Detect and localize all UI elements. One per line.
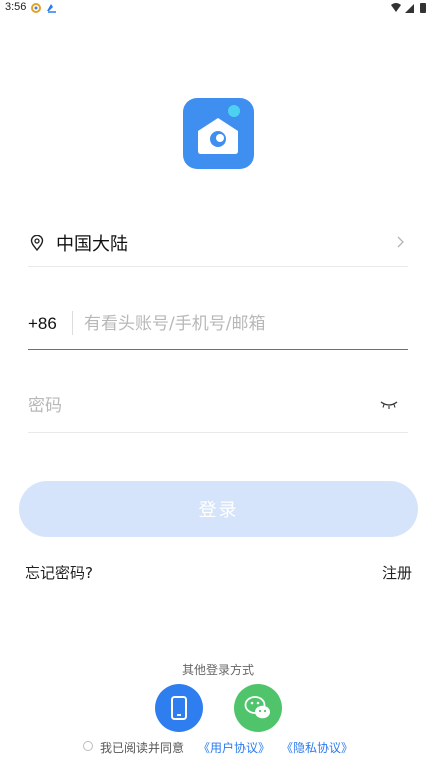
agreement-row: 我已阅读并同意 《用户协议》 《隐私协议》 <box>0 739 436 755</box>
register-link[interactable]: 注册 <box>382 562 412 583</box>
app-logo <box>183 98 254 169</box>
password-field <box>28 388 408 433</box>
wechat-icon <box>244 696 270 719</box>
user-agreement-link[interactable]: 《用户协议》 <box>198 739 270 756</box>
forgot-password-link[interactable]: 忘记密码? <box>25 562 93 583</box>
account-input[interactable] <box>84 308 404 340</box>
chevron-right-icon <box>397 236 404 248</box>
wechat-login-button[interactable] <box>234 684 282 732</box>
login-button[interactable]: 登录 <box>19 481 418 537</box>
phone-login-button[interactable] <box>155 684 203 732</box>
agreement-checkbox[interactable] <box>83 741 93 751</box>
camera-home-icon <box>198 105 240 154</box>
region-label: 中国大陆 <box>56 234 128 255</box>
other-login-label: 其他登录方式 <box>181 663 254 677</box>
status-time: 3:56 <box>5 1 27 13</box>
agreement-text: 我已阅读并同意 <box>100 741 185 755</box>
password-input[interactable] <box>28 390 368 422</box>
status-bar: 3:56 <box>0 0 436 16</box>
privacy-agreement-link[interactable]: 《隐私协议》 <box>281 739 353 756</box>
notification-icons <box>31 3 56 13</box>
account-field: +86 <box>28 304 408 350</box>
phone-icon <box>171 696 187 720</box>
region-selector[interactable]: 中国大陆 <box>28 226 408 267</box>
eye-closed-icon[interactable] <box>380 401 398 409</box>
country-code-button[interactable]: +86 <box>28 314 57 334</box>
field-divider <box>72 311 73 335</box>
location-pin-icon <box>30 235 44 251</box>
status-indicators-icon <box>391 3 426 13</box>
